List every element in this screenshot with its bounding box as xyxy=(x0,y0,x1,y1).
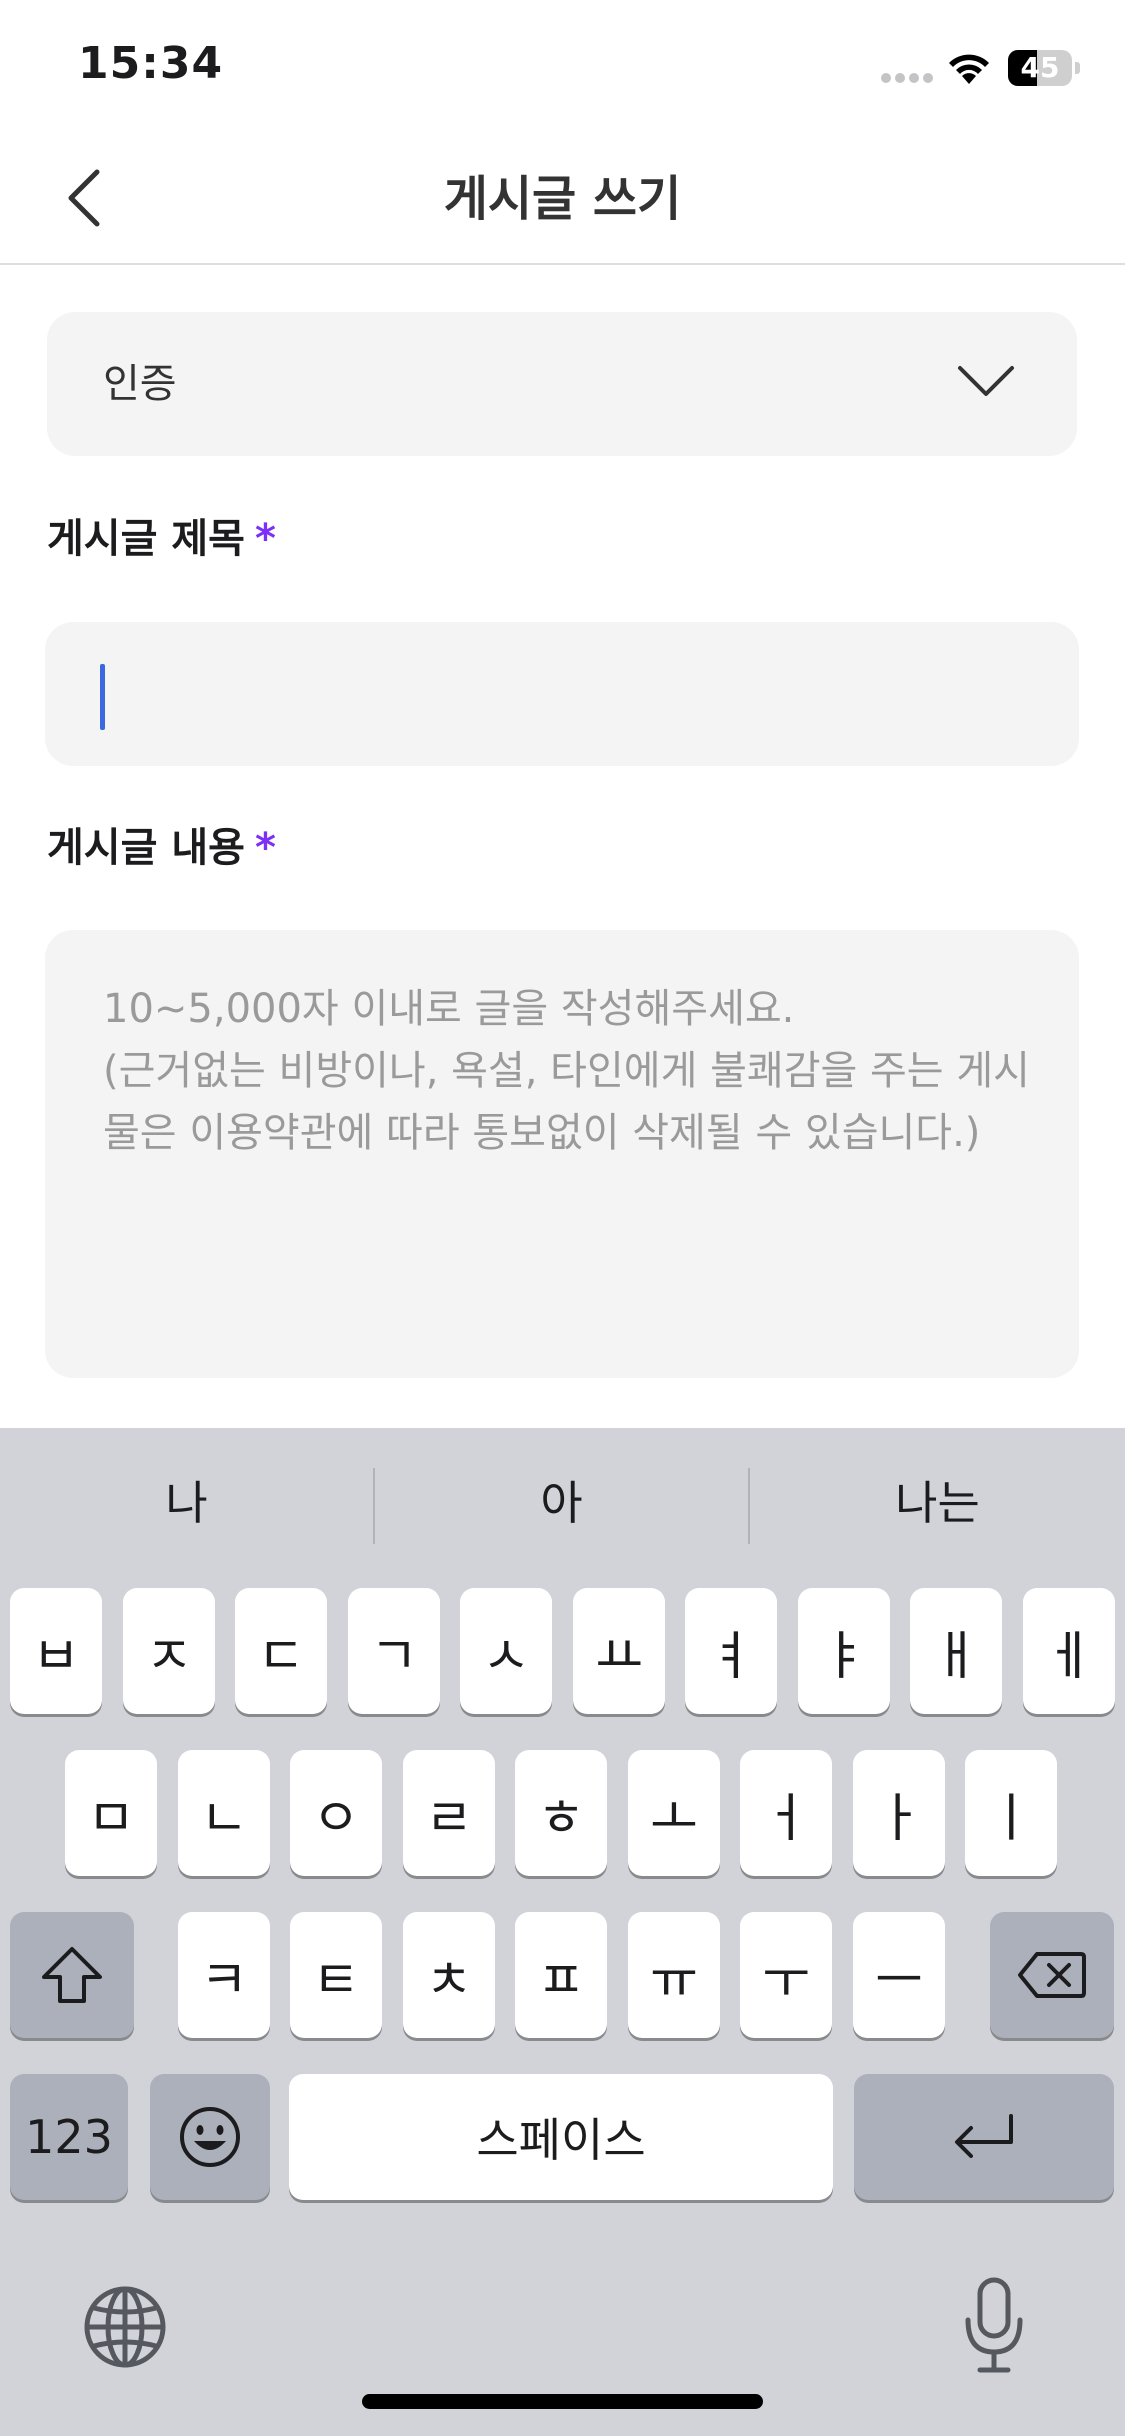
category-select[interactable]: 인증 xyxy=(47,312,1077,456)
content-textarea[interactable]: 10~5,000자 이내로 글을 작성해주세요. (근거없는 비방이나, 욕설,… xyxy=(45,930,1079,1378)
key-eo[interactable]: ㅓ xyxy=(740,1750,832,1876)
key-n[interactable]: ㄴ xyxy=(178,1750,270,1876)
key-ae[interactable]: ㅐ xyxy=(910,1588,1002,1714)
key-t[interactable]: ㅌ xyxy=(290,1912,382,2038)
key-yo[interactable]: ㅛ xyxy=(573,1588,665,1714)
shift-key[interactable] xyxy=(10,1912,134,2038)
key-u[interactable]: ㅜ xyxy=(740,1912,832,2038)
return-icon xyxy=(955,2114,1013,2158)
key-m[interactable]: ㅁ xyxy=(65,1750,157,1876)
required-mark: * xyxy=(254,825,276,871)
key-r[interactable]: ㄹ xyxy=(403,1750,495,1876)
space-key-label: 스페이스 xyxy=(476,2113,646,2167)
emoji-icon xyxy=(180,2107,240,2167)
key-s[interactable]: ㅅ xyxy=(460,1588,552,1714)
status-time: 15:34 xyxy=(78,38,224,89)
key-e[interactable]: ㅔ xyxy=(1023,1588,1115,1714)
suggestion-item[interactable]: 나 xyxy=(0,1428,373,1578)
text-cursor xyxy=(100,664,105,730)
title-field-label: 게시글 제목 * xyxy=(47,506,276,564)
key-o[interactable]: ㅗ xyxy=(628,1750,720,1876)
key-b[interactable]: ㅂ xyxy=(10,1588,102,1714)
suggestion-item[interactable]: 나는 xyxy=(750,1428,1125,1578)
key-a[interactable]: ㅏ xyxy=(853,1750,945,1876)
battery-level: 45 xyxy=(1020,51,1060,84)
battery-indicator: 45 xyxy=(1008,50,1080,86)
suggestion-item[interactable]: 아 xyxy=(375,1428,748,1578)
delete-key[interactable] xyxy=(990,1912,1114,2038)
title-label-text: 게시글 제목 xyxy=(47,516,245,562)
wifi-icon xyxy=(949,54,989,84)
key-p[interactable]: ㅍ xyxy=(515,1912,607,2038)
emoji-key[interactable] xyxy=(150,2074,270,2200)
key-i[interactable]: ㅣ xyxy=(965,1750,1057,1876)
numbers-key[interactable]: 123 xyxy=(10,2074,128,2200)
globe-icon[interactable] xyxy=(80,2282,170,2372)
nav-bar: 게시글 쓰기 xyxy=(0,135,1125,265)
key-k[interactable]: ㅋ xyxy=(178,1912,270,2038)
shift-icon xyxy=(42,1947,102,2003)
key-j[interactable]: ㅈ xyxy=(123,1588,215,1714)
category-selected-value: 인증 xyxy=(103,361,177,407)
return-key[interactable] xyxy=(854,2074,1114,2200)
chevron-left-icon xyxy=(68,169,100,227)
key-d[interactable]: ㄷ xyxy=(235,1588,327,1714)
required-mark: * xyxy=(254,516,276,562)
content-field-label: 게시글 내용 * xyxy=(47,815,276,873)
key-ng[interactable]: ㅇ xyxy=(290,1750,382,1876)
key-h[interactable]: ㅎ xyxy=(515,1750,607,1876)
key-ya[interactable]: ㅑ xyxy=(798,1588,890,1714)
key-eu[interactable]: ㅡ xyxy=(853,1912,945,2038)
microphone-icon[interactable] xyxy=(960,2276,1028,2376)
space-key[interactable]: 스페이스 xyxy=(289,2074,833,2200)
key-yeo[interactable]: ㅕ xyxy=(685,1588,777,1714)
backspace-icon xyxy=(1018,1952,1086,1998)
suggestion-bar: 나 아 나는 xyxy=(0,1428,1125,1578)
key-yu[interactable]: ㅠ xyxy=(628,1912,720,2038)
content-placeholder: 10~5,000자 이내로 글을 작성해주세요. (근거없는 비방이나, 욕설,… xyxy=(103,986,1030,1156)
status-bar: 15:34 45 xyxy=(0,0,1125,135)
back-button[interactable] xyxy=(50,163,120,233)
key-ch[interactable]: ㅊ xyxy=(403,1912,495,2038)
numbers-key-label: 123 xyxy=(25,2110,113,2164)
content-label-text: 게시글 내용 xyxy=(47,825,245,871)
chevron-down-icon xyxy=(958,366,1014,396)
page-title: 게시글 쓰기 xyxy=(443,171,682,227)
title-input[interactable] xyxy=(45,622,1079,766)
signal-dots-icon xyxy=(881,73,933,83)
home-indicator xyxy=(362,2394,763,2409)
key-g[interactable]: ㄱ xyxy=(348,1588,440,1714)
